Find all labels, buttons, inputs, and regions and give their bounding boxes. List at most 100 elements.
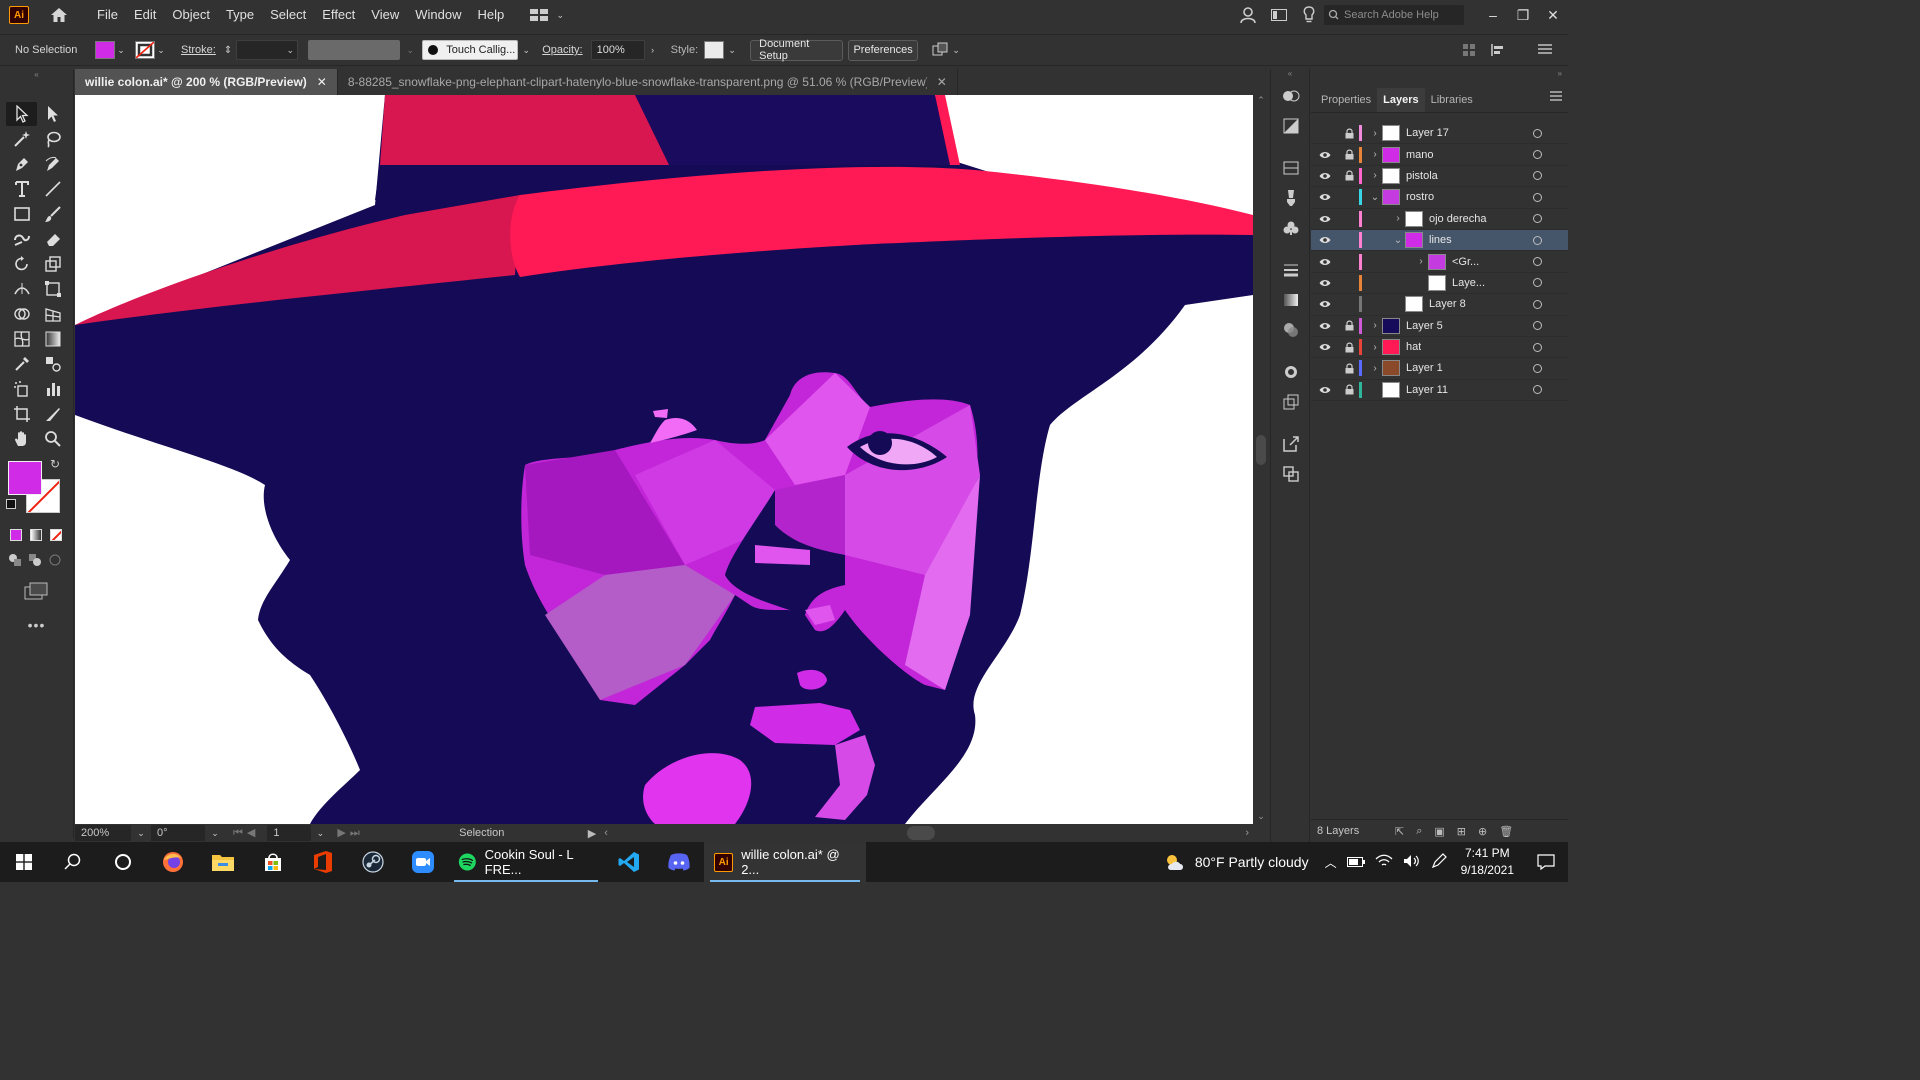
paintbrush-tool-icon[interactable] — [37, 202, 68, 226]
selection-tool-icon[interactable] — [6, 102, 37, 126]
layer-row[interactable]: ⌄ lines — [1311, 229, 1568, 252]
artboard-canvas[interactable] — [75, 95, 1253, 824]
opacity-field[interactable]: 100% — [590, 40, 645, 60]
office-icon[interactable] — [298, 842, 348, 882]
target-circle-icon[interactable] — [1533, 214, 1542, 224]
menu-edit[interactable]: Edit — [126, 0, 164, 30]
scroll-up-icon[interactable]: ⌃ — [1253, 95, 1269, 106]
tab-willie-colon[interactable]: willie colon.ai* @ 200 % (RGB/Preview) ✕ — [75, 69, 338, 95]
panel-tab-properties[interactable]: Properties — [1315, 88, 1377, 112]
target-circle-icon[interactable] — [1533, 235, 1542, 245]
chevron-down-icon[interactable]: ⌄ — [155, 45, 167, 56]
close-icon[interactable]: ✕ — [937, 75, 947, 89]
windows-start-icon[interactable] — [0, 842, 48, 882]
layer-row[interactable]: Laye... — [1311, 273, 1568, 295]
target-circle-icon[interactable] — [1533, 299, 1542, 309]
hand-tool-icon[interactable] — [6, 427, 37, 451]
transparency-panel-icon[interactable] — [1271, 315, 1311, 345]
stroke-panel-icon[interactable] — [1271, 255, 1311, 285]
menu-select[interactable]: Select — [262, 0, 314, 30]
notification-center-icon[interactable] — [1524, 854, 1568, 870]
close-button[interactable]: ✕ — [1538, 0, 1568, 30]
perspective-grid-tool-icon[interactable] — [37, 302, 68, 326]
scroll-right-icon[interactable]: › — [1245, 827, 1249, 839]
transform-icon[interactable] — [1490, 43, 1506, 60]
slice-tool-icon[interactable] — [37, 402, 68, 426]
file-explorer-icon[interactable] — [198, 842, 248, 882]
zoom-field[interactable]: 200% — [75, 825, 131, 841]
gradient-panel-icon[interactable] — [1271, 285, 1311, 315]
panel-tab-layers[interactable]: Layers — [1377, 88, 1425, 112]
visibility-eye-icon[interactable] — [1311, 343, 1339, 351]
direct-selection-tool-icon[interactable] — [37, 102, 68, 126]
screen-mode-icon[interactable] — [24, 582, 73, 603]
line-segment-tool-icon[interactable] — [37, 177, 68, 201]
visibility-eye-icon[interactable] — [1311, 258, 1339, 266]
fill-stroke-control[interactable]: ↻ — [6, 457, 66, 521]
symbols-icon[interactable] — [1271, 213, 1311, 243]
volume-icon[interactable] — [1403, 854, 1421, 871]
visibility-eye-icon[interactable] — [1311, 386, 1339, 394]
default-colors-icon[interactable] — [6, 499, 16, 509]
type-tool-icon[interactable] — [6, 177, 37, 201]
layer-row[interactable]: › mano — [1311, 144, 1568, 166]
layer-name[interactable]: ojo derecha — [1429, 213, 1487, 225]
panel-grip-icon[interactable]: « — [0, 70, 73, 80]
blend-tool-icon[interactable] — [37, 352, 68, 376]
menu-file[interactable]: File — [89, 0, 126, 30]
chevron-down-icon[interactable]: ⌄ — [726, 45, 738, 56]
lightbulb-icon[interactable] — [1294, 0, 1324, 30]
target-circle-icon[interactable] — [1533, 342, 1542, 352]
magic-wand-tool-icon[interactable] — [6, 127, 37, 151]
battery-icon[interactable] — [1346, 854, 1365, 870]
stroke-stepper[interactable]: ⇕ — [224, 45, 232, 56]
chevron-down-icon[interactable]: ⌄ — [1391, 235, 1405, 246]
rectangle-tool-icon[interactable] — [6, 202, 37, 226]
layer-row[interactable]: › ojo derecha — [1311, 209, 1568, 230]
target-circle-icon[interactable] — [1533, 278, 1542, 288]
menu-object[interactable]: Object — [164, 0, 218, 30]
scroll-down-icon[interactable]: ⌄ — [1253, 811, 1269, 822]
make-clipping-mask-icon[interactable]: ▣ — [1434, 825, 1444, 838]
edit-toolbar-icon[interactable]: ••• — [0, 617, 73, 633]
rotate-tool-icon[interactable] — [6, 252, 37, 276]
discord-icon[interactable] — [654, 842, 704, 882]
appearance-panel-icon[interactable] — [1271, 357, 1311, 387]
pen-workspace-icon[interactable] — [1431, 852, 1447, 872]
layer-name[interactable]: Layer 1 — [1406, 362, 1443, 374]
mesh-tool-icon[interactable] — [6, 327, 37, 351]
swap-colors-icon[interactable]: ↻ — [50, 457, 60, 471]
panel-menu-icon[interactable] — [1550, 91, 1562, 104]
new-layer-icon[interactable]: ⊕ — [1478, 825, 1487, 838]
visibility-eye-icon[interactable] — [1311, 172, 1339, 180]
export-layer-icon[interactable]: ⇱ — [1395, 825, 1404, 838]
lock-icon[interactable] — [1339, 363, 1359, 374]
last-artboard-icon[interactable]: ▶⏭ — [337, 826, 363, 840]
brushes-icon[interactable] — [1271, 183, 1311, 213]
clock[interactable]: 7:41 PM 9/18/2021 — [1451, 845, 1524, 879]
tab-snowflake[interactable]: 8-88285_snowflake-png-elephant-clipart-h… — [338, 69, 958, 95]
chevron-right-icon[interactable]: › — [1368, 363, 1382, 374]
chevron-right-icon[interactable]: › — [1368, 149, 1382, 160]
draw-inside-icon[interactable] — [48, 553, 62, 570]
status-menu-icon[interactable]: ▶ — [588, 827, 596, 840]
vscode-icon[interactable] — [604, 842, 654, 882]
color-mode-icon[interactable] — [10, 529, 22, 541]
rotation-field[interactable]: 0° — [151, 825, 205, 841]
minimize-button[interactable]: – — [1478, 0, 1508, 30]
layer-name[interactable]: Layer 11 — [1406, 384, 1448, 396]
locate-object-icon[interactable]: ⌕ — [1416, 825, 1422, 838]
layer-row[interactable]: › Layer 17 — [1311, 123, 1568, 145]
column-graph-tool-icon[interactable] — [37, 377, 68, 401]
draw-behind-icon[interactable] — [28, 553, 42, 570]
illustrator-taskbar-button[interactable]: Ai willie colon.ai* @ 2... — [704, 842, 866, 882]
target-circle-icon[interactable] — [1533, 257, 1542, 267]
cortana-icon[interactable] — [98, 842, 148, 882]
chevron-down-icon[interactable]: ⌄ — [115, 45, 127, 56]
eraser-tool-icon[interactable] — [37, 227, 68, 251]
curvature-tool-icon[interactable] — [37, 152, 68, 176]
menu-window[interactable]: Window — [407, 0, 469, 30]
preferences-button[interactable]: Preferences — [848, 39, 919, 61]
close-icon[interactable]: ✕ — [317, 75, 327, 89]
layer-name[interactable]: Layer 17 — [1406, 127, 1449, 139]
